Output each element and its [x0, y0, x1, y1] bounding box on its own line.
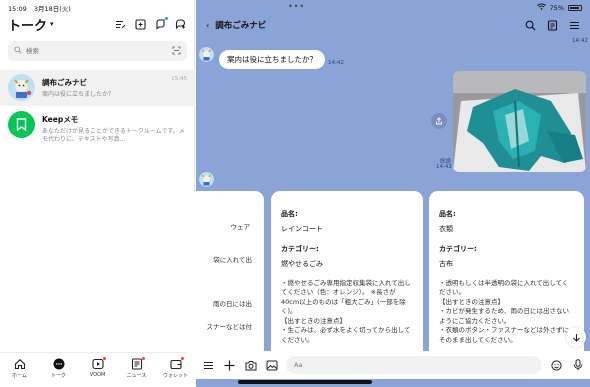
plus-icon[interactable] [223, 359, 236, 372]
qr-scan-icon[interactable] [172, 46, 181, 57]
card-item-value: レインコート [281, 225, 323, 233]
nav-talk[interactable]: トーク [42, 358, 76, 379]
message-input-bar [196, 351, 590, 379]
news-icon [131, 358, 143, 370]
search-icon [14, 46, 22, 56]
openchat-icon[interactable] [135, 18, 146, 30]
card-desc: ・透明もしくは半透明の袋に入れて出してください。 【出すときの注意点】 ・カビが… [439, 279, 569, 344]
card-desc-snippet: スナーなどは付 [206, 323, 253, 332]
chat-list-item-gomi-navi[interactable]: 調布ごみナビ 案内は役に立ちましたか？ 15:45 [0, 70, 195, 106]
wallet-icon [169, 358, 182, 370]
card-category-label: カテゴリー: [281, 245, 319, 253]
new-chat-icon[interactable] [155, 16, 168, 30]
page-title[interactable]: トーク [8, 15, 47, 34]
card-category-value: 燃やせるごみ [281, 260, 323, 268]
nav-news[interactable]: ニュース [120, 357, 154, 379]
result-card-clothing[interactable]: 品名: 衣類 カテゴリー: 古布 ・透明もしくは半透明の袋に入れて出してください… [429, 191, 584, 363]
result-card-partial[interactable]: ウェア 袋に入れて出 雨の日には出 スナーなどは付 [186, 191, 264, 363]
camera-icon[interactable] [244, 359, 257, 372]
message-input[interactable] [286, 356, 542, 374]
menu-icon[interactable] [202, 359, 215, 372]
bot-avatar[interactable] [199, 172, 214, 187]
chat-preview: 案内は役に立ちましたか？ [42, 91, 115, 98]
battery-icon [568, 4, 582, 11]
arrow-down-icon [572, 333, 580, 342]
voom-icon [91, 358, 104, 370]
menu-icon[interactable] [569, 20, 580, 31]
share-icon[interactable] [431, 113, 447, 129]
chat-name: Keepメモ [42, 115, 79, 124]
notification-dot [102, 357, 106, 360]
nav-home[interactable]: ホーム [3, 358, 37, 379]
nav-label: ニュース [126, 373, 147, 379]
add-chat-icon[interactable] [175, 18, 186, 30]
nav-label: VOOM [89, 372, 106, 378]
nav-label: ホーム [12, 373, 27, 379]
status-date: 3月18日(火) [33, 5, 71, 13]
nav-wallet[interactable]: ウォレット [159, 357, 193, 379]
chat-list-header: トーク ▾ [8, 15, 186, 34]
card-desc: ウェア [230, 223, 251, 231]
emoji-icon[interactable] [550, 359, 563, 372]
bot-avatar[interactable] [199, 47, 214, 62]
search-icon[interactable] [525, 20, 536, 31]
card-desc-snippet: 雨の日には出 [213, 299, 252, 308]
status-time: 15:09 [8, 5, 27, 13]
notes-icon[interactable] [547, 19, 558, 31]
notification-dot [180, 357, 184, 360]
chat-preview: あなただけが見ることができるトークルームです。メモ代わりに、テキストや写真… [42, 128, 185, 144]
chevron-left-icon[interactable]: ‹ [206, 21, 209, 30]
nav-label: ウォレット [162, 373, 188, 379]
room-title: 調布ごみナビ [215, 21, 267, 31]
search-input[interactable] [26, 47, 156, 55]
home-icon [14, 358, 26, 370]
new-indicator-dot [165, 16, 168, 20]
bottom-navigation: ホーム トーク VOOM ニュース ウォレット [0, 352, 195, 387]
edit-list-icon[interactable] [115, 19, 126, 30]
card-item-label: 品名: [281, 210, 298, 218]
wifi-icon [536, 3, 546, 12]
chevron-down-icon[interactable]: ▾ [50, 20, 54, 28]
raincoat-photo[interactable] [453, 71, 586, 172]
message-time: 14:42 [572, 38, 588, 44]
chat-room-header: ‹ 調布ごみナビ [206, 16, 580, 34]
card-category-label: カテゴリー: [439, 245, 477, 253]
multitask-dots-icon[interactable]: ••• [288, 2, 305, 11]
chat-name: 調布ごみナビ [42, 78, 87, 87]
chat-list-item-keep-memo[interactable]: Keepメモ あなただけが見ることができるトークルームです。メモ代わりに、テキス… [0, 107, 195, 143]
keep-memo-avatar [8, 111, 35, 138]
status-bar-right: 75% [536, 3, 582, 12]
scroll-down-button[interactable] [566, 327, 586, 347]
card-item-label: 品名: [439, 210, 456, 218]
nav-voom[interactable]: VOOM [81, 357, 115, 378]
search-bar[interactable] [8, 41, 187, 61]
image-icon[interactable] [265, 359, 278, 372]
message-time: 14:42 [436, 164, 452, 170]
microphone-icon[interactable] [571, 359, 584, 372]
bookmark-icon [16, 118, 27, 131]
chat-bubble[interactable]: 案内は役に立ちましたか？ [219, 50, 325, 69]
card-category-value: 古布 [439, 260, 453, 268]
card-desc-snippet: 袋に入れて出 [213, 256, 252, 265]
card-desc: ・燃やせるごみ専用指定収集袋に入れて出してください（色：オレンジ）。 ※長さが4… [281, 279, 411, 344]
card-item-value: 衣類 [439, 225, 453, 233]
notification-dot [141, 357, 145, 360]
avatar [8, 74, 35, 101]
status-bar-left: 15:09 3月18日(火) [8, 3, 76, 13]
chat-list-pane: 15:09 3月18日(火) トーク ▾ 検索 調布ごみナビ 案内は役に立ちまし… [0, 0, 195, 387]
battery-percent: 75% [549, 3, 564, 12]
nav-label: トーク [50, 373, 66, 379]
message-time: 14:42 [328, 60, 344, 66]
home-indicator [238, 380, 372, 384]
chat-time: 15:45 [171, 76, 187, 82]
result-card-raincoat[interactable]: 品名: レインコート カテゴリー: 燃やせるごみ ・燃やせるごみ専用指定収集袋に… [271, 191, 423, 363]
talk-icon [53, 358, 65, 370]
